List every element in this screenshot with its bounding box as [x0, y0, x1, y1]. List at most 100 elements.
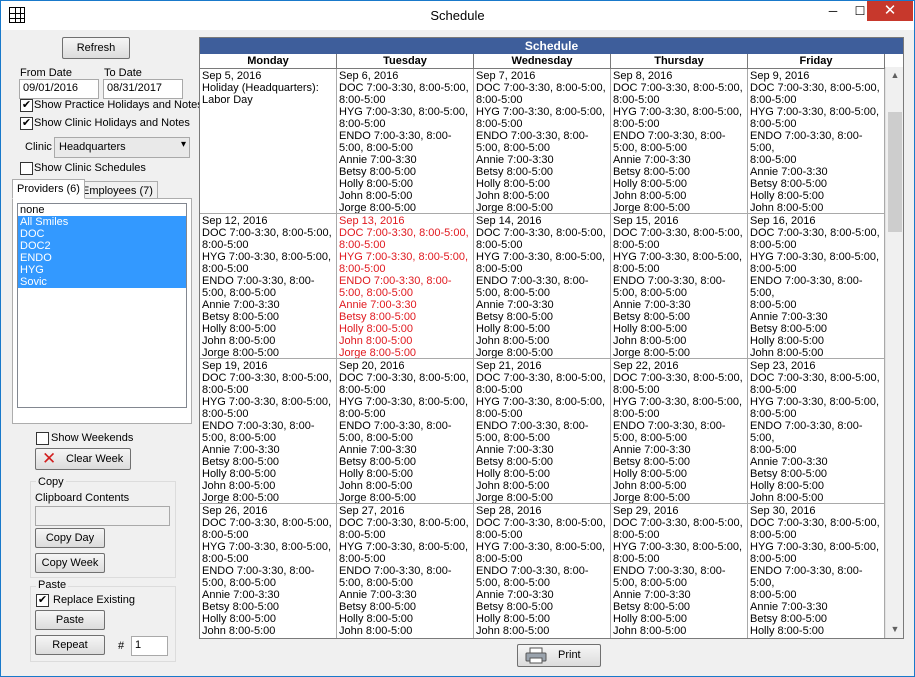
provider-list-item[interactable]: Sovic: [18, 276, 186, 288]
cell-date: Sep 27, 2016: [339, 505, 405, 517]
cell-schedule-line: DOC 7:00-3:30, 8:00-5:00,: [613, 517, 743, 529]
copy-day-button[interactable]: Copy Day: [35, 528, 105, 548]
provider-list-item[interactable]: HYG: [18, 264, 186, 276]
repeat-count-input[interactable]: 1: [131, 636, 168, 656]
scroll-down-arrow-icon[interactable]: ▼: [886, 621, 904, 638]
provider-list-item[interactable]: DOC2: [18, 240, 186, 252]
schedule-day-cell[interactable]: Sep 13, 2016 DOC 7:00-3:30, 8:00-5:00, 8:0…: [337, 214, 474, 359]
cell-schedule-line: 8:00-5:00: [613, 118, 660, 130]
schedule-day-cell[interactable]: Sep 8, 2016 DOC 7:00-3:30, 8:00-5:00, 8:00…: [611, 69, 748, 214]
replace-existing-checkbox[interactable]: ✔: [36, 594, 49, 607]
cell-schedule-line: Jorge 8:00-5:00: [339, 202, 417, 214]
cell-schedule-line: Holly 8:00-5:00: [476, 468, 550, 480]
cell-schedule-line: HYG 7:00-3:30, 8:00-5:00,: [339, 251, 469, 263]
schedule-day-cell[interactable]: Sep 6, 2016 DOC 7:00-3:30, 8:00-5:00, 8:00…: [337, 69, 474, 214]
provider-list-item[interactable]: DOC: [18, 228, 186, 240]
tab-providers[interactable]: Providers (6): [12, 179, 85, 199]
show-clinic-holidays-checkbox[interactable]: ✔: [20, 117, 33, 130]
scroll-up-arrow-icon[interactable]: ▲: [886, 67, 904, 84]
schedule-day-cell[interactable]: Sep 16, 2016 DOC 7:00-3:30, 8:00-5:00, 8:0…: [748, 214, 885, 359]
cell-schedule-line: Annie 7:00-3:30: [476, 589, 554, 601]
schedule-day-cell[interactable]: Sep 23, 2016 DOC 7:00-3:30, 8:00-5:00, 8:0…: [748, 359, 885, 504]
scrollbar-thumb[interactable]: [888, 112, 902, 232]
close-icon[interactable]: ✕: [867, 1, 913, 21]
cell-schedule-line: Betsy 8:00-5:00: [476, 601, 554, 613]
cell-date: Sep 30, 2016: [750, 505, 816, 517]
paste-button[interactable]: Paste: [35, 610, 105, 630]
tab-employees[interactable]: Employees (7): [77, 181, 158, 199]
schedule-day-cell[interactable]: Sep 5, 2016 Holiday (Headquarters): Labor …: [200, 69, 337, 214]
cell-date: Sep 9, 2016: [750, 70, 810, 82]
schedule-day-cell[interactable]: Sep 21, 2016 DOC 7:00-3:30, 8:00-5:00, 8:0…: [474, 359, 611, 504]
cell-schedule-line: Jorge 8:00-5:00: [476, 492, 554, 504]
cell-schedule-line: Annie 7:00-3:30: [339, 299, 417, 311]
cell-schedule-line: John 8:00-5:00: [750, 492, 824, 504]
cell-schedule-line: ENDO 7:00-3:30, 8:00-: [339, 565, 452, 577]
schedule-day-cell[interactable]: Sep 27, 2016 DOC 7:00-3:30, 8:00-5:00, 8:0…: [337, 504, 474, 638]
copy-week-button[interactable]: Copy Week: [35, 553, 105, 573]
cell-schedule-line: Annie 7:00-3:30: [339, 154, 417, 166]
cell-schedule-line: Holly 8:00-5:00: [202, 323, 276, 335]
cell-schedule-line: Holly 8:00-5:00: [202, 613, 276, 625]
schedule-scrollbar[interactable]: ▲ ▼: [885, 67, 903, 638]
cell-schedule-line: HYG 7:00-3:30, 8:00-5:00,: [750, 251, 880, 263]
schedule-day-cell[interactable]: Sep 9, 2016 DOC 7:00-3:30, 8:00-5:00, 8:00…: [748, 69, 885, 214]
schedule-day-cell[interactable]: Sep 22, 2016 DOC 7:00-3:30, 8:00-5:00, 8:0…: [611, 359, 748, 504]
schedule-day-cell[interactable]: Sep 12, 2016 DOC 7:00-3:30, 8:00-5:00, 8:0…: [200, 214, 337, 359]
provider-list[interactable]: none All Smiles DOC DOC2 ENDO HYG Sovic: [17, 203, 187, 408]
cell-schedule-line: 5:00, 8:00-5:00: [202, 287, 277, 299]
cell-date: Sep 22, 2016: [613, 360, 679, 372]
cell-schedule-line: DOC 7:00-3:30, 8:00-5:00,: [750, 372, 880, 384]
refresh-button[interactable]: Refresh: [62, 37, 130, 59]
cell-schedule-line: DOC 7:00-3:30, 8:00-5:00,: [202, 372, 332, 384]
cell-schedule-line: 8:00-5:00: [339, 239, 386, 251]
repeat-button[interactable]: Repeat: [35, 635, 105, 655]
cell-schedule-line: Annie 7:00-3:30: [476, 299, 554, 311]
cell-schedule-line: John 8:00-5:00: [339, 480, 413, 492]
cell-schedule-line: HYG 7:00-3:30, 8:00-5:00,: [476, 396, 606, 408]
copy-group-label: Copy: [36, 476, 66, 488]
cell-schedule-line: John 8:00-5:00: [613, 480, 687, 492]
clear-week-button[interactable]: ✕ Clear Week: [35, 448, 131, 470]
cell-schedule-line: 8:00-5:00: [750, 263, 797, 275]
show-weekends-checkbox[interactable]: [36, 432, 49, 445]
schedule-day-cell[interactable]: Sep 14, 2016 DOC 7:00-3:30, 8:00-5:00, 8:0…: [474, 214, 611, 359]
cell-schedule-line: DOC 7:00-3:30, 8:00-5:00,: [202, 517, 332, 529]
to-date-input[interactable]: 08/31/2017: [103, 79, 183, 99]
schedule-grid-title: Schedule: [200, 38, 903, 54]
cell-schedule-line: 8:00-5:00: [613, 529, 660, 541]
schedule-day-cell[interactable]: Sep 7, 2016 DOC 7:00-3:30, 8:00-5:00, 8:00…: [474, 69, 611, 214]
provider-list-item[interactable]: All Smiles: [18, 216, 186, 228]
cell-schedule-line: Annie 7:00-3:30: [202, 589, 280, 601]
cell-schedule-line: John 8:00-5:00: [339, 335, 413, 347]
show-clinic-schedules-checkbox[interactable]: [20, 162, 33, 175]
cell-schedule-line: 5:00, 8:00-5:00: [339, 432, 414, 444]
show-weekends-label: Show Weekends: [51, 432, 134, 444]
cell-schedule-line: ENDO 7:00-3:30, 8:00-5:00,: [750, 130, 863, 154]
cell-schedule-line: Annie 7:00-3:30: [202, 444, 280, 456]
cell-schedule-line: Holly 8:00-5:00: [613, 323, 687, 335]
cell-schedule-line: Holly 8:00-5:00: [339, 178, 413, 190]
cell-schedule-line: ENDO 7:00-3:30, 8:00-5:00,: [750, 565, 863, 589]
schedule-day-cell[interactable]: Sep 30, 2016 DOC 7:00-3:30, 8:00-5:00, 8:0…: [748, 504, 885, 638]
provider-list-item[interactable]: ENDO: [18, 252, 186, 264]
cell-schedule-line: DOC 7:00-3:30, 8:00-5:00,: [750, 82, 880, 94]
schedule-day-cell[interactable]: Sep 15, 2016 DOC 7:00-3:30, 8:00-5:00, 8:0…: [611, 214, 748, 359]
cell-schedule-line: HYG 7:00-3:30, 8:00-5:00,: [613, 396, 743, 408]
schedule-day-cell[interactable]: Sep 19, 2016 DOC 7:00-3:30, 8:00-5:00, 8:0…: [200, 359, 337, 504]
cell-schedule-line: Betsy 8:00-5:00: [339, 601, 417, 613]
schedule-day-cell[interactable]: Sep 26, 2016 DOC 7:00-3:30, 8:00-5:00, 8:0…: [200, 504, 337, 638]
print-button[interactable]: Print: [517, 644, 601, 667]
schedule-day-cell[interactable]: Sep 20, 2016 DOC 7:00-3:30, 8:00-5:00, 8:0…: [337, 359, 474, 504]
cell-schedule-line: Jorge 8:00-5:00: [202, 347, 280, 359]
window-title: Schedule: [430, 8, 485, 23]
schedule-day-cell[interactable]: Sep 28, 2016 DOC 7:00-3:30, 8:00-5:00, 8:0…: [474, 504, 611, 638]
provider-list-item[interactable]: none: [18, 204, 186, 216]
show-practice-holidays-checkbox[interactable]: ✔: [20, 99, 33, 112]
clinic-select[interactable]: Headquarters ▾: [54, 137, 190, 158]
minimize-icon[interactable]: ─: [819, 1, 847, 21]
from-date-input[interactable]: 09/01/2016: [19, 79, 99, 99]
cell-schedule-line: Jorge 8:00-5:00: [613, 347, 691, 359]
schedule-day-cell[interactable]: Sep 29, 2016 DOC 7:00-3:30, 8:00-5:00, 8:0…: [611, 504, 748, 638]
cell-schedule-line: Holly 8:00-5:00: [339, 613, 413, 625]
